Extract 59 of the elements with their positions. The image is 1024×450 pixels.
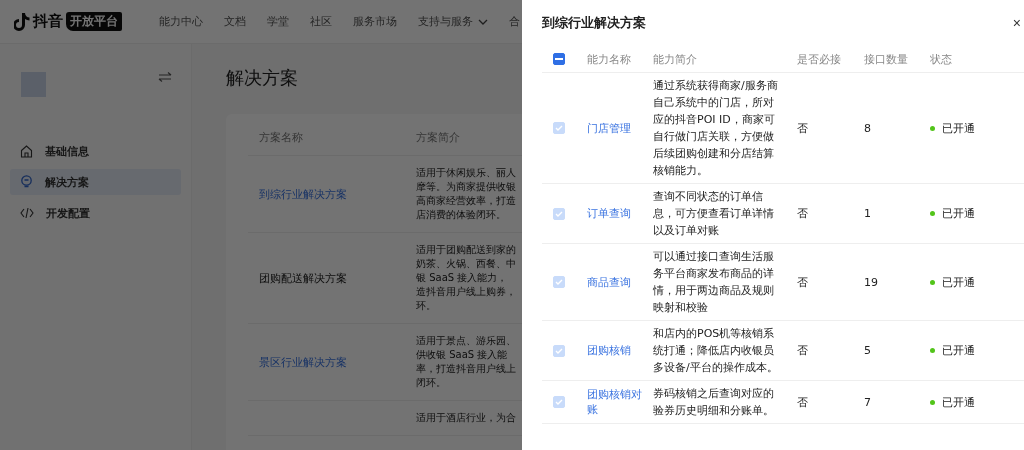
table-cell-text: 否 (797, 206, 809, 221)
select-all-checkbox[interactable] (553, 53, 565, 65)
status-text: 已开通 (942, 274, 975, 290)
checkmark-icon (555, 125, 563, 131)
checkmark-icon (555, 347, 563, 354)
minus-icon (555, 58, 563, 60)
close-button[interactable]: × (1012, 16, 1021, 30)
status-text: 已开通 (942, 206, 975, 221)
column-header: 状态 (930, 51, 952, 67)
swap-arrows-icon[interactable] (158, 72, 172, 82)
music-note-logo-icon (14, 12, 30, 31)
table-cell-text: 否 (797, 120, 809, 136)
column-header: 是否必接 (797, 51, 842, 67)
table-cell-text: 7 (864, 395, 872, 409)
nav-link[interactable]: 社区 (310, 14, 332, 29)
table-cell: 适用于景点、游乐园、 供收银 SaaS 接入能 率，打造抖音用户线上 闭环。 (416, 334, 516, 390)
table-cell-text: 8 (864, 121, 872, 135)
nav-link[interactable]: 学堂 (267, 14, 289, 29)
logo-badge: 开放平台 (66, 12, 122, 31)
table-cell-text: 和店内的POS机等核销系统打通；降低店内收银员多设备/平台的操作成本。 (653, 326, 779, 376)
table-cell-text: 5 (864, 344, 872, 357)
solution-link[interactable]: 景区行业解决方案 (259, 355, 347, 369)
checkmark-icon (555, 210, 563, 217)
sidebar-item[interactable]: 基础信息 (10, 138, 181, 164)
table-cell-text: 19 (864, 275, 879, 289)
checkmark-icon (555, 279, 563, 285)
solution-link[interactable]: 到综行业解决方案 (259, 187, 347, 201)
table-cell-text: 可以通过接口查询生活服务平台商家发布商品的详情，用于两边商品及规则映射和校验 (653, 249, 775, 316)
logo-text: 抖音 (33, 12, 63, 31)
table-cell: 团购配送解决方案 (259, 271, 347, 285)
nav-link[interactable]: 能力中心 (159, 14, 203, 29)
nav-link[interactable]: 服务市场 (353, 14, 397, 29)
table-cell: 适用于酒店行业，为合 (416, 411, 516, 425)
column-header: 接口数量 (864, 51, 909, 67)
lightbulb-icon (20, 175, 33, 189)
drawer-title: 到综行业解决方案 (542, 14, 646, 32)
table-cell: 适用于休闲娱乐、丽人 摩等。为商家提供收银 高商家经营效率，打造 店消费的体验闭环。 (416, 166, 516, 222)
home-icon (20, 144, 33, 158)
table-cell-text: 否 (797, 343, 809, 358)
table-cell-text: 查询不同状态的订单信息，可方便查看订单详情以及订单对账 (653, 189, 775, 239)
table-cell-text: 通过系统获得商家/服务商自己系统中的门店，所对应的抖音POI ID，商家可自行做门店关联，方便做后续团购创建和分店结算核销能力。 (653, 78, 779, 179)
table-cell-text: 1 (864, 207, 872, 220)
column-header: 能力名称 (587, 51, 632, 67)
sidebar-item[interactable]: 解决方案 (10, 169, 181, 195)
table-cell-text: 否 (797, 394, 809, 410)
page-title: 解决方案 (226, 66, 298, 90)
nav-link[interactable]: 合 (509, 14, 520, 29)
table-cell: 适用于团购配送到家的 奶茶、火锅、西餐、中 银 SaaS 接入能力， 造抖音用户线上购券， 环。 (416, 243, 516, 313)
table-cell-text: 否 (797, 274, 809, 290)
checkmark-icon (555, 399, 563, 405)
status-text: 已开通 (942, 120, 975, 136)
column-header: 能力简介 (653, 51, 698, 68)
nav-link[interactable]: 文档 (224, 14, 246, 29)
table-cell-text: 券码核销之后查询对应的验券历史明细和分账单。 (653, 386, 775, 419)
status-text: 已开通 (942, 394, 975, 410)
nav-link[interactable]: 支持与服务 (418, 14, 488, 29)
sidebar-item[interactable]: 开发配置 (10, 200, 181, 226)
code-icon (20, 207, 34, 219)
status-text: 已开通 (942, 343, 975, 358)
